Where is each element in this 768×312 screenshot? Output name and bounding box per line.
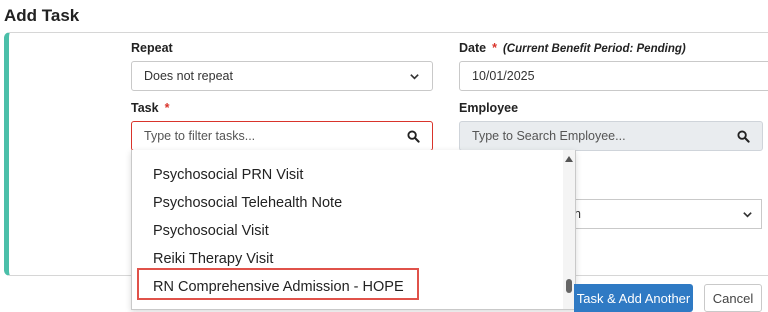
search-icon[interactable] — [737, 129, 750, 143]
employee-label: Employee — [459, 101, 519, 115]
task-options-dropdown[interactable]: Psychosocial PRN Visit Psychosocial Tele… — [131, 150, 576, 310]
repeat-select[interactable]: Does not repeat — [131, 61, 433, 91]
employee-search-input[interactable]: Type to Search Employee... — [459, 121, 763, 151]
date-input[interactable]: 10/01/2025 — [459, 61, 768, 91]
search-icon[interactable] — [407, 129, 420, 143]
task-filter-input[interactable]: Type to filter tasks... — [131, 121, 433, 151]
task-label: Task * — [131, 101, 170, 115]
date-input-value: 10/01/2025 — [472, 69, 535, 83]
date-benefit-period-note: (Current Benefit Period: Pending) — [502, 43, 686, 55]
task-filter-placeholder: Type to filter tasks... — [144, 129, 256, 143]
task-option[interactable]: Psychosocial Telehealth Note — [132, 189, 342, 217]
scroll-up-arrow-icon[interactable] — [565, 156, 573, 162]
chevron-down-icon — [408, 70, 420, 82]
highlight-box — [137, 268, 419, 300]
task-required-mark: * — [164, 101, 170, 115]
add-task-and-add-another-button[interactable]: Task & Add Another — [574, 284, 693, 312]
covered-select[interactable]: n — [574, 199, 762, 229]
task-option[interactable]: Psychosocial Visit — [132, 217, 269, 245]
chevron-down-icon — [741, 208, 753, 220]
scrollbar-thumb[interactable] — [566, 279, 572, 293]
date-label: Date * (Current Benefit Period: Pending) — [459, 41, 686, 55]
task-option[interactable]: Psychosocial PRN Visit — [132, 161, 303, 189]
page-title: Add Task — [4, 6, 80, 25]
repeat-select-value: Does not repeat — [144, 69, 233, 83]
cancel-button[interactable]: Cancel — [704, 284, 762, 312]
employee-search-placeholder: Type to Search Employee... — [472, 129, 626, 143]
date-required-mark: * — [492, 41, 497, 55]
repeat-label: Repeat — [131, 41, 173, 55]
